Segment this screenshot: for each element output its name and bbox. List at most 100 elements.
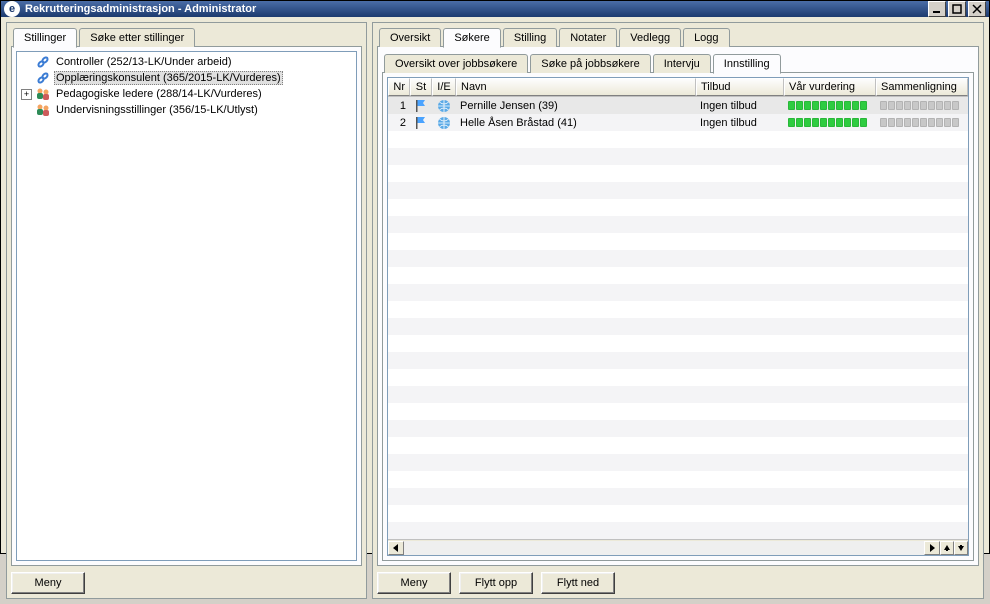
col-header-ie[interactable]: I/E xyxy=(432,78,456,96)
grid-scrollbar[interactable] xyxy=(388,539,968,555)
rating-bars xyxy=(788,118,867,127)
empty-row xyxy=(388,352,968,369)
empty-row xyxy=(388,505,968,522)
titlebar: e Rekrutteringsadministrasjon - Administ… xyxy=(1,1,989,17)
tab-soke-etter-stillinger[interactable]: Søke etter stillinger xyxy=(79,28,195,47)
right-tab-body: Oversikt over jobbsøkere Søke på jobbsøk… xyxy=(377,46,979,566)
rating-bars xyxy=(788,101,867,110)
tab-stillinger[interactable]: Stillinger xyxy=(13,28,77,48)
scroll-right-button[interactable] xyxy=(924,541,940,555)
cell-sammenligning xyxy=(876,97,968,114)
tree-item-label: Pedagogiske ledere (288/14-LK/Vurderes) xyxy=(54,88,264,100)
rating-bars xyxy=(880,101,959,110)
empty-row xyxy=(388,165,968,182)
cell-name: Helle Åsen Bråstad (41) xyxy=(456,114,696,131)
empty-row xyxy=(388,420,968,437)
chain-icon xyxy=(35,70,51,86)
tab-label: Intervju xyxy=(664,58,700,70)
empty-row xyxy=(388,454,968,471)
col-header-vurdering[interactable]: Vår vurdering xyxy=(784,78,876,96)
tree-item[interactable]: Controller (252/13-LK/Under arbeid) xyxy=(17,54,356,70)
scroll-left-button[interactable] xyxy=(388,541,404,555)
tab-vedlegg[interactable]: Vedlegg xyxy=(619,28,681,47)
empty-row xyxy=(388,403,968,420)
empty-row xyxy=(388,131,968,148)
tree-item[interactable]: Undervisningsstillinger (356/15-LK/Utlys… xyxy=(17,102,356,118)
table-row[interactable]: 1Pernille Jensen (39)Ingen tilbud xyxy=(388,97,968,114)
tab-logg[interactable]: Logg xyxy=(683,28,729,47)
tab-oversikt[interactable]: Oversikt xyxy=(379,28,441,47)
col-header-nr[interactable]: Nr xyxy=(388,78,410,96)
right-sub-tabstrip: Oversikt over jobbsøkere Søke på jobbsøk… xyxy=(382,54,974,73)
tree-item-label: Opplæringskonsulent (365/2015-LK/Vurdere… xyxy=(54,71,283,85)
left-tabstrip: Stillinger Søke etter stillinger xyxy=(11,28,362,47)
tab-label: Vedlegg xyxy=(630,32,670,44)
empty-row xyxy=(388,437,968,454)
cell-tilbud: Ingen tilbud xyxy=(696,114,784,131)
empty-row xyxy=(388,335,968,352)
col-header-navn[interactable]: Navn xyxy=(456,78,696,96)
button-label: Flytt ned xyxy=(557,577,599,589)
cell-vurdering xyxy=(784,114,876,131)
cell-name: Pernille Jensen (39) xyxy=(456,97,696,114)
empty-row xyxy=(388,233,968,250)
tree-item-label: Controller (252/13-LK/Under arbeid) xyxy=(54,56,233,68)
col-header-sammenligning[interactable]: Sammenligning xyxy=(876,78,968,96)
minimize-button[interactable] xyxy=(928,1,946,17)
subtab-innstilling[interactable]: Innstilling xyxy=(713,54,781,74)
right-top-tabstrip: Oversikt Søkere Stilling Notater Vedlegg… xyxy=(377,28,979,47)
left-panel: Stillinger Søke etter stillinger Control… xyxy=(6,22,367,599)
tab-label: Stilling xyxy=(514,32,546,44)
empty-row xyxy=(388,148,968,165)
tree-item[interactable]: + Pedagogiske ledere (288/14-LK/Vurderes) xyxy=(17,86,356,102)
client-area: Stillinger Søke etter stillinger Control… xyxy=(1,17,989,604)
cell-nr: 2 xyxy=(388,114,410,131)
empty-row xyxy=(388,369,968,386)
subtab-soke-pa-jobbsokere[interactable]: Søke på jobbsøkere xyxy=(530,54,650,73)
tab-notater[interactable]: Notater xyxy=(559,28,617,47)
empty-row xyxy=(388,199,968,216)
grid-body[interactable]: 1Pernille Jensen (39)Ingen tilbud2 Helle … xyxy=(388,97,968,539)
left-menu-button[interactable]: Meny xyxy=(11,572,85,594)
sort-down-button[interactable] xyxy=(954,541,968,555)
close-button[interactable] xyxy=(968,1,986,17)
expand-spacer xyxy=(21,105,32,116)
sort-up-button[interactable] xyxy=(940,541,954,555)
button-label: Meny xyxy=(401,577,428,589)
tab-label: Søkere xyxy=(454,32,489,44)
tree-item[interactable]: Opplæringskonsulent (365/2015-LK/Vurdere… xyxy=(17,70,356,86)
subtab-oversikt-jobbsokere[interactable]: Oversikt over jobbsøkere xyxy=(384,54,528,73)
cell-tilbud: Ingen tilbud xyxy=(696,97,784,114)
left-tab-body: Controller (252/13-LK/Under arbeid) Opplæ… xyxy=(11,46,362,566)
app-icon: e xyxy=(4,1,20,17)
window-title: Rekrutteringsadministrasjon - Administra… xyxy=(25,3,928,15)
applicant-grid: Nr St I/E Navn Tilbud Vår vurdering Samm… xyxy=(387,77,969,556)
empty-row xyxy=(388,301,968,318)
tab-label: Stillinger xyxy=(24,32,66,44)
subtab-intervju[interactable]: Intervju xyxy=(653,54,711,73)
tab-label: Søke på jobbsøkere xyxy=(541,58,639,70)
move-down-button[interactable]: Flytt ned xyxy=(541,572,615,594)
cell-ie xyxy=(432,114,456,131)
empty-row xyxy=(388,522,968,539)
tab-label: Oversikt over jobbsøkere xyxy=(395,58,517,70)
cell-ie xyxy=(432,97,456,114)
tab-stilling[interactable]: Stilling xyxy=(503,28,557,47)
move-up-button[interactable]: Flytt opp xyxy=(459,572,533,594)
maximize-button[interactable] xyxy=(948,1,966,17)
right-menu-button[interactable]: Meny xyxy=(377,572,451,594)
tab-label: Oversikt xyxy=(390,32,430,44)
position-tree[interactable]: Controller (252/13-LK/Under arbeid) Opplæ… xyxy=(16,51,357,561)
empty-row xyxy=(388,318,968,335)
tree-item-label: Undervisningsstillinger (356/15-LK/Utlys… xyxy=(54,104,260,116)
button-label: Flytt opp xyxy=(475,577,517,589)
empty-row xyxy=(388,250,968,267)
col-header-tilbud[interactable]: Tilbud xyxy=(696,78,784,96)
tab-sokere[interactable]: Søkere xyxy=(443,28,500,48)
expand-icon[interactable]: + xyxy=(21,89,32,100)
chain-icon xyxy=(35,54,51,70)
scroll-track[interactable] xyxy=(404,541,924,555)
col-header-st[interactable]: St xyxy=(410,78,432,96)
empty-row xyxy=(388,471,968,488)
table-row[interactable]: 2 Helle Åsen Bråstad (41)Ingen tilbud xyxy=(388,114,968,131)
